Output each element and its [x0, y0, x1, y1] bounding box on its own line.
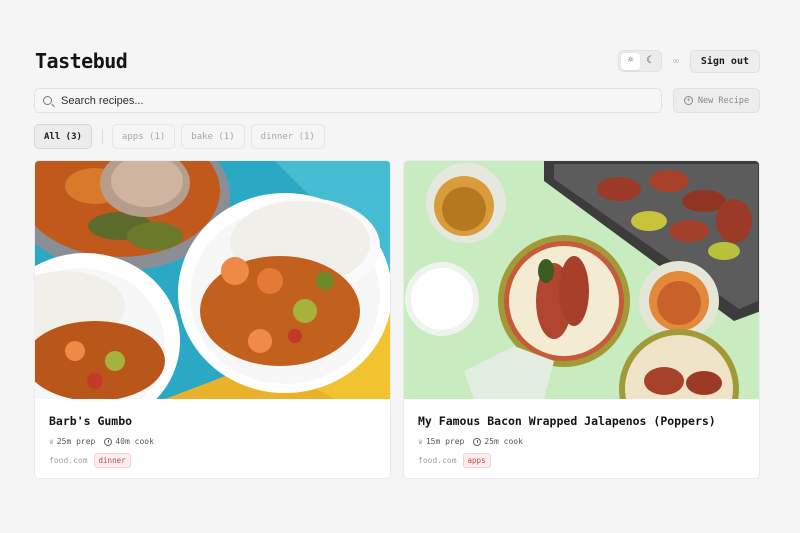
header-actions: ☼ ☾ ∞ Sign out — [617, 49, 760, 73]
sun-icon[interactable]: ☼ — [620, 52, 640, 70]
filter-chip-all[interactable]: All (3) — [34, 124, 92, 149]
recipe-card-body: My Famous Bacon Wrapped Jalapenos (Poppe… — [404, 414, 759, 468]
search-input[interactable] — [61, 94, 621, 107]
filter-chip-dinner[interactable]: dinner (1) — [250, 124, 325, 149]
moon-icon[interactable]: ☾ — [640, 53, 659, 70]
recipe-source: food.com — [418, 456, 457, 465]
chef-hat-icon: ♕ — [49, 437, 54, 446]
search-row: + New Recipe — [34, 88, 760, 113]
recipe-tag[interactable]: dinner — [93, 453, 131, 468]
prep-time-label: 25m prep — [56, 437, 96, 446]
new-recipe-button[interactable]: + New Recipe — [673, 88, 760, 113]
recipe-title[interactable]: My Famous Bacon Wrapped Jalapenos (Poppe… — [418, 414, 745, 428]
cook-time-label: 25m cook — [484, 437, 523, 446]
cook-time: 40m cook — [104, 437, 154, 446]
recipe-image — [404, 161, 759, 399]
recipe-source: food.com — [49, 456, 88, 465]
recipe-meta: ♕ 25m prep 40m cook — [49, 437, 376, 446]
filter-chip-apps[interactable]: apps (1) — [111, 124, 176, 149]
filter-chip-bake[interactable]: bake (1) — [181, 124, 245, 149]
filter-bar: All (3) apps (1) bake (1) dinner (1) — [34, 124, 331, 149]
recipe-source-row: food.com dinner — [49, 453, 376, 468]
page-header: Tastebud ☼ ☾ ∞ Sign out — [35, 47, 760, 75]
app-title: Tastebud — [35, 49, 128, 73]
recipe-meta: ♕ 15m prep 25m cook — [418, 437, 745, 446]
prep-time-label: 15m prep — [425, 437, 465, 446]
prep-time: ♕ 15m prep — [418, 437, 464, 446]
recipe-title[interactable]: Barb's Gumbo — [49, 414, 376, 428]
chef-hat-icon: ♕ — [418, 437, 423, 446]
recipe-tag[interactable]: apps — [462, 453, 491, 468]
prep-time: ♕ 25m prep — [49, 437, 95, 446]
theme-toggle[interactable]: ☼ ☾ — [617, 50, 662, 72]
search-icon — [43, 96, 52, 105]
new-recipe-label: New Recipe — [697, 95, 750, 106]
cook-time-label: 40m cook — [115, 437, 154, 446]
clock-icon — [104, 437, 113, 446]
cook-time: 25m cook — [473, 437, 523, 446]
recipe-image — [35, 161, 390, 399]
plus-circle-icon: + — [683, 96, 693, 105]
clock-icon — [473, 437, 482, 446]
search-box[interactable] — [34, 88, 662, 113]
filter-divider — [101, 129, 103, 144]
recipe-source-row: food.com apps — [418, 453, 745, 468]
recipe-card-body: Barb's Gumbo ♕ 25m prep 40m cook food.co… — [35, 414, 390, 468]
recipe-card[interactable]: My Famous Bacon Wrapped Jalapenos (Poppe… — [403, 160, 760, 479]
recipe-card[interactable]: Barb's Gumbo ♕ 25m prep 40m cook food.co… — [34, 160, 391, 479]
sign-out-button[interactable]: Sign out — [689, 49, 760, 73]
link-icon[interactable]: ∞ — [670, 56, 682, 67]
